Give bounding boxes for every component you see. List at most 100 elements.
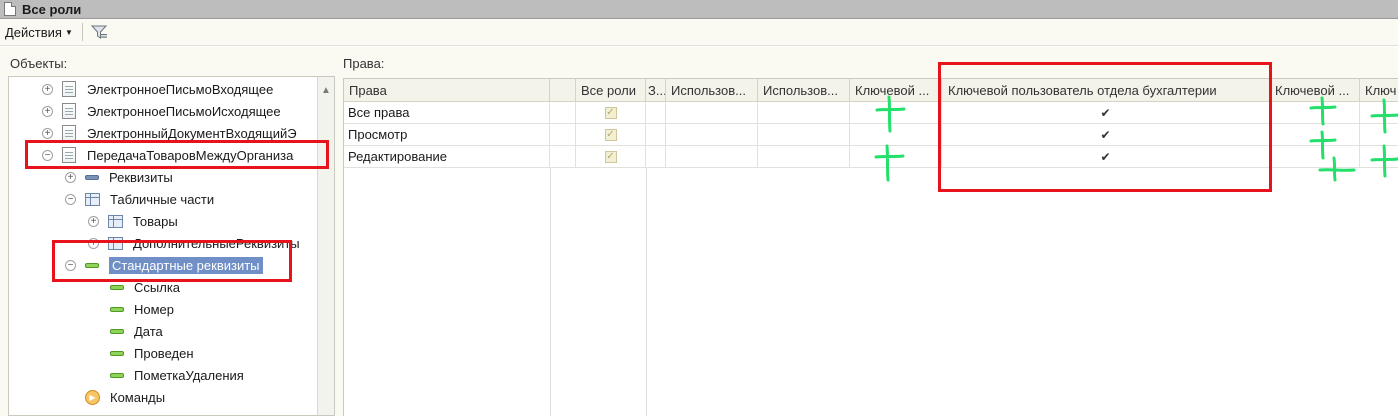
tree-item-label: Табличные части: [110, 191, 215, 207]
column-header-key-2[interactable]: Ключевой ...: [1270, 79, 1360, 102]
tree-item[interactable]: Ссылка: [110, 276, 180, 298]
tree-item[interactable]: + ЭлектронноеПисьмоИсходящее: [42, 100, 281, 122]
expand-icon[interactable]: +: [42, 127, 53, 139]
tree-item[interactable]: + ЭлектронныйДокументВходящийЭ: [42, 122, 297, 144]
expand-icon[interactable]: +: [88, 215, 99, 227]
collapse-icon[interactable]: −: [65, 193, 76, 205]
right-name: Редактирование: [344, 146, 550, 168]
rights-grid[interactable]: Права Все роли З... Использов... Использ…: [343, 78, 1398, 416]
expand-icon[interactable]: +: [88, 237, 99, 249]
toolbar-separator: [81, 23, 83, 41]
all-roles-cell[interactable]: ✓: [576, 146, 646, 168]
objects-label: Объекты:: [10, 56, 68, 71]
cell[interactable]: [666, 102, 758, 124]
tree-item-label: Дата: [134, 323, 163, 339]
tree-item-label: Ссылка: [134, 279, 181, 295]
column-header-use-1[interactable]: Использов...: [666, 79, 758, 102]
attribute-icon: [85, 174, 99, 180]
tree-item-label: ЭлектронноеПисьмоВходящее: [87, 81, 274, 97]
cell[interactable]: [1270, 124, 1360, 146]
all-roles-cell[interactable]: ✓: [576, 102, 646, 124]
table-icon: [108, 236, 123, 250]
table-row[interactable]: Все права ✓ ✔: [344, 102, 1398, 124]
column-header-z[interactable]: З...: [646, 79, 666, 102]
cell[interactable]: [758, 124, 850, 146]
actions-menu-label: Действия: [5, 24, 62, 40]
tree-item[interactable]: Номер: [110, 298, 174, 320]
tree-item[interactable]: − ПередачаТоваровМеждуОрганиза: [42, 144, 293, 166]
tree-item[interactable]: + Товары: [88, 210, 178, 232]
tree-scrollbar[interactable]: ▲: [317, 77, 334, 415]
window-title: Все роли: [22, 1, 82, 17]
filter-icon[interactable]: [89, 22, 109, 42]
rights-label: Права:: [343, 56, 385, 71]
column-header-all-roles[interactable]: Все роли: [576, 79, 646, 102]
document-icon: [62, 147, 76, 163]
table-row[interactable]: Редактирование ✓ ✔: [344, 146, 1398, 168]
expand-icon[interactable]: +: [42, 105, 53, 117]
tree-item[interactable]: ▶ Команды: [85, 386, 165, 408]
cell[interactable]: [646, 102, 666, 124]
tree-item-label: Проведен: [134, 345, 194, 361]
toolbar: Действия ▼: [0, 19, 1398, 46]
key-accounting-cell[interactable]: ✔: [942, 102, 1270, 124]
attribute-icon: [110, 350, 124, 356]
key-accounting-cell[interactable]: ✔: [942, 124, 1270, 146]
collapse-icon[interactable]: −: [65, 259, 76, 271]
expand-icon[interactable]: +: [42, 83, 53, 95]
attribute-icon: [110, 284, 124, 290]
cell[interactable]: [1360, 146, 1398, 168]
cell[interactable]: [850, 124, 942, 146]
column-header-key-3[interactable]: Ключ: [1360, 79, 1398, 102]
cell[interactable]: [850, 146, 942, 168]
cell: [550, 146, 576, 168]
checkmark-icon: ✔: [1100, 105, 1111, 120]
tree-item-label: Товары: [133, 213, 178, 229]
document-icon: [62, 81, 76, 97]
cell[interactable]: [666, 146, 758, 168]
cell[interactable]: [1270, 102, 1360, 124]
column-header-use-2[interactable]: Использов...: [758, 79, 850, 102]
cell[interactable]: [758, 102, 850, 124]
table-row[interactable]: Просмотр ✓ ✔: [344, 124, 1398, 146]
tree-item[interactable]: Проведен: [110, 342, 194, 364]
tree-item[interactable]: ПометкаУдаления: [110, 364, 244, 386]
tree-item-selected[interactable]: − Стандартные реквизиты: [65, 254, 263, 276]
cell[interactable]: [1360, 124, 1398, 146]
all-roles-cell[interactable]: ✓: [576, 124, 646, 146]
attribute-icon: [110, 328, 124, 334]
objects-tree[interactable]: + ЭлектронноеПисьмоВходящее + Электронно…: [8, 76, 335, 416]
command-icon: ▶: [85, 389, 100, 405]
tree-item[interactable]: + Реквизиты: [65, 166, 173, 188]
tree-item-label: ЭлектронныйДокументВходящийЭ: [87, 125, 297, 141]
tree-item-label: ДополнительныеРеквизиты: [133, 235, 300, 251]
column-header-rights[interactable]: Права: [344, 79, 550, 102]
tree-item[interactable]: + ЭлектронноеПисьмоВходящее: [42, 78, 273, 100]
all-roles-checkbox[interactable]: ✓: [604, 128, 617, 141]
cell[interactable]: [1270, 146, 1360, 168]
cell[interactable]: [1360, 102, 1398, 124]
cell[interactable]: [666, 124, 758, 146]
tree-item[interactable]: − Табличные части: [65, 188, 214, 210]
caret-down-icon: ▼: [64, 27, 73, 37]
right-name: Все права: [344, 102, 550, 124]
column-header-key-accounting[interactable]: Ключевой пользователь отдела бухгалтерии: [942, 79, 1270, 102]
all-roles-checkbox[interactable]: ✓: [604, 106, 617, 119]
column-header-blank[interactable]: [550, 79, 576, 102]
scroll-up-icon[interactable]: ▲: [318, 77, 334, 103]
document-icon: [62, 103, 76, 119]
collapse-icon[interactable]: −: [42, 149, 53, 161]
tree-item[interactable]: Дата: [110, 320, 163, 342]
cell[interactable]: [850, 102, 942, 124]
attribute-icon: [85, 262, 99, 268]
tree-item-label: ЭлектронноеПисьмоИсходящее: [87, 103, 281, 119]
tree-item[interactable]: + ДополнительныеРеквизиты: [88, 232, 300, 254]
all-roles-checkbox[interactable]: ✓: [604, 150, 617, 163]
cell[interactable]: [758, 146, 850, 168]
key-accounting-cell[interactable]: ✔: [942, 146, 1270, 168]
cell[interactable]: [646, 124, 666, 146]
expand-icon[interactable]: +: [65, 171, 76, 183]
cell[interactable]: [646, 146, 666, 168]
actions-menu-button[interactable]: Действия ▼: [5, 25, 73, 40]
column-header-key-1[interactable]: Ключевой ...: [850, 79, 942, 102]
